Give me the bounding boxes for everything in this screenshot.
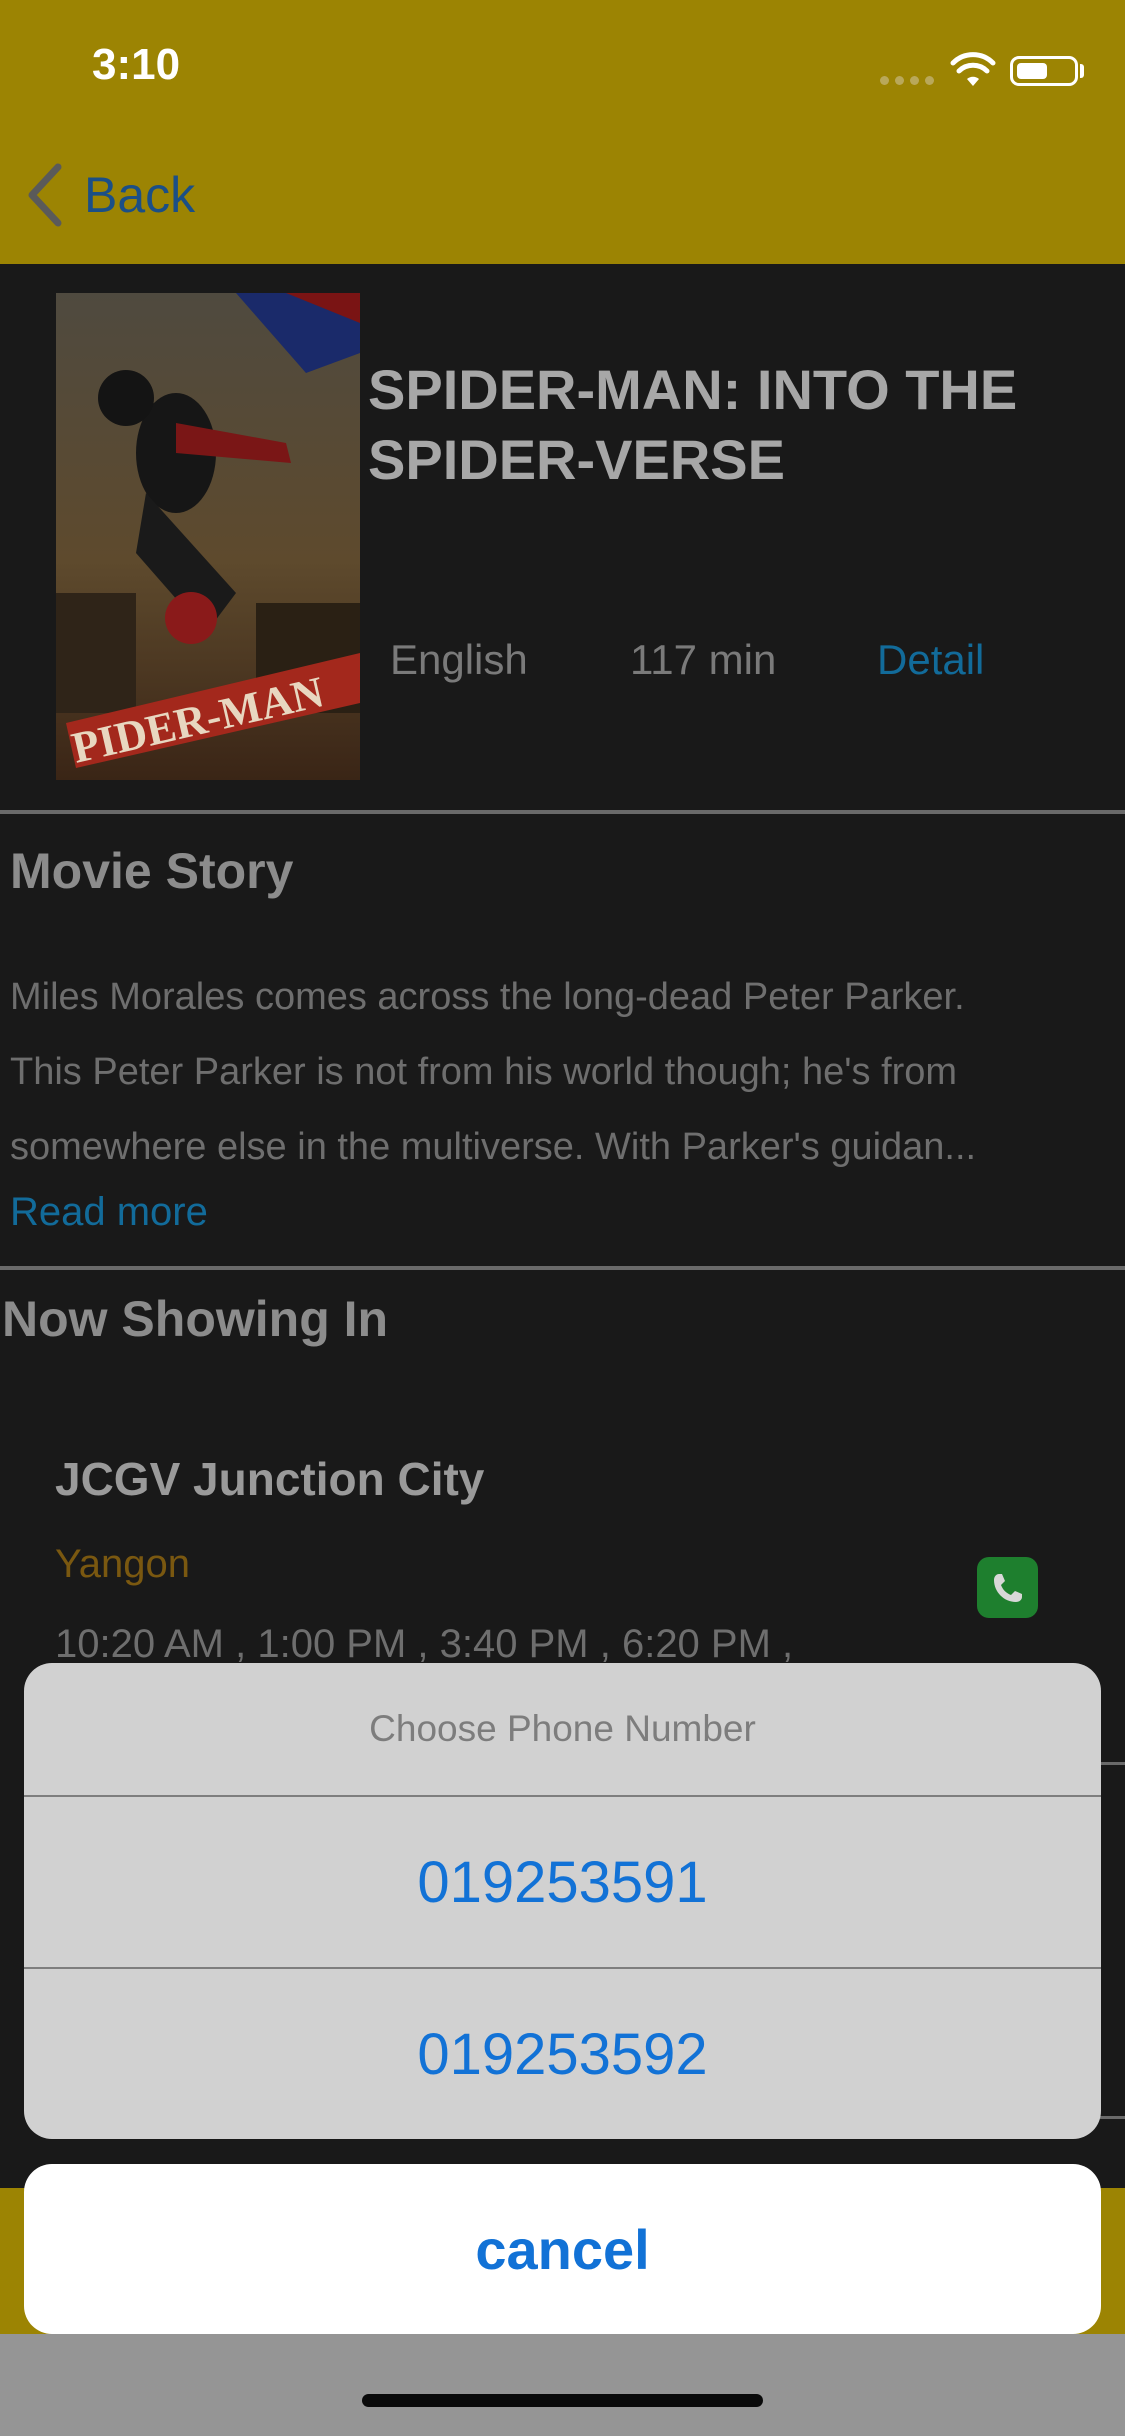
phone-icon: [993, 1573, 1022, 1602]
battery-icon: [1010, 56, 1078, 86]
cinema-name: JCGV Junction City: [55, 1453, 485, 1505]
divider: [0, 810, 1125, 814]
movie-story-heading: Movie Story: [10, 843, 294, 899]
chevron-left-icon: [28, 163, 62, 227]
divider: [1100, 2116, 1125, 2119]
cinema-city: Yangon: [55, 1542, 190, 1586]
movie-language: English: [390, 636, 528, 683]
cancel-button[interactable]: cancel: [24, 2164, 1101, 2334]
story-line: somewhere else in the multiverse. With P…: [10, 1126, 977, 1168]
action-sheet: Choose Phone Number 019253591 019253592: [24, 1663, 1101, 2139]
home-indicator[interactable]: [362, 2394, 763, 2407]
status-time: 3:10: [92, 40, 181, 89]
movie-duration: 117 min: [630, 636, 777, 683]
movie-title: SPIDER-MAN: INTO THE SPIDER-VERSE: [368, 358, 1018, 491]
back-button[interactable]: Back: [24, 160, 195, 230]
wifi-icon: [950, 52, 996, 86]
divider: [1100, 1762, 1125, 1765]
story-text: Miles Morales comes across the long-dead…: [10, 960, 1115, 1185]
call-button[interactable]: [977, 1557, 1038, 1618]
home-area: [0, 2334, 1125, 2436]
back-label: Back: [84, 167, 196, 223]
phone-option[interactable]: 019253591: [24, 1797, 1101, 1967]
action-sheet-title: Choose Phone Number: [369, 1708, 756, 1749]
phone-option[interactable]: 019253592: [24, 1969, 1101, 2139]
showtimes[interactable]: 10:20 AM , 1:00 PM , 3:40 PM , 6:20 PM ,: [55, 1622, 793, 1667]
read-more-link[interactable]: Read more: [10, 1190, 208, 1235]
divider: [0, 1266, 1125, 1270]
movie-poster: PIDER-MAN: [56, 293, 360, 780]
battery-cap: [1080, 64, 1084, 78]
now-showing-heading: Now Showing In: [2, 1291, 389, 1347]
story-line: This Peter Parker is not from his world …: [10, 1051, 958, 1093]
cellular-signal-icon: [880, 76, 934, 85]
story-line: Miles Morales comes across the long-dead…: [10, 976, 965, 1018]
detail-link[interactable]: Detail: [877, 636, 984, 684]
